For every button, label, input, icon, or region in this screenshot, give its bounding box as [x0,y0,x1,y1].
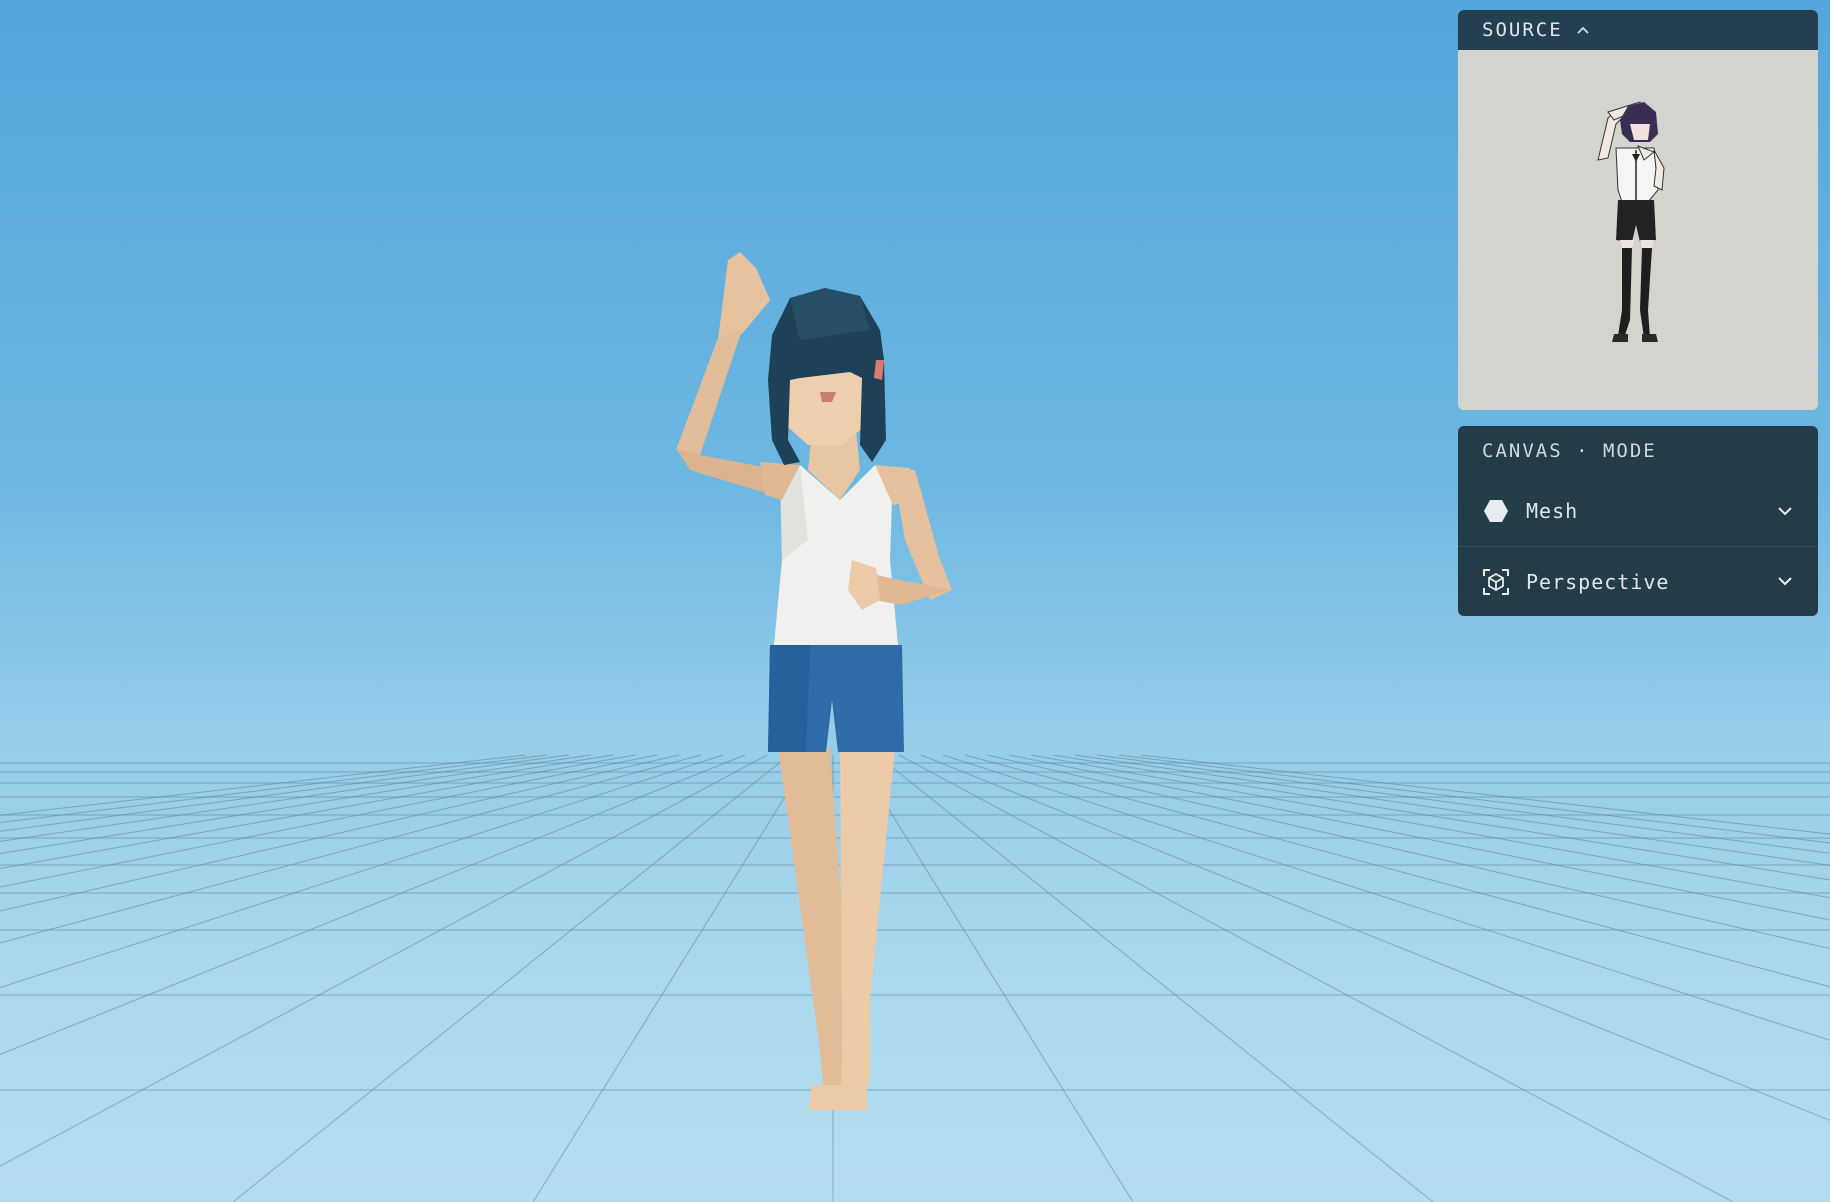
floor-grid [0,754,1830,1202]
grid-line [920,754,1830,1121]
grid-line [0,754,636,869]
perspective-cube-icon [1482,568,1510,596]
camera-view-label: Perspective [1526,569,1670,594]
grid-line [0,754,570,832]
canvas-mode-heading: CANVAS · MODE [1482,440,1657,462]
grid-line [1096,754,1830,854]
grid-line [942,754,1830,1041]
grid-line [0,754,746,1056]
grid-line [0,754,658,888]
mesh-mode-dropdown[interactable]: Mesh [1458,476,1818,546]
grid-line [1074,754,1830,866]
grid-line [964,754,1830,988]
camera-view-dropdown[interactable]: Perspective [1458,546,1818,616]
source-reference-image [1458,50,1818,410]
grid-line [1052,754,1830,881]
grid-line [1008,754,1830,921]
grid-line [0,754,724,989]
hexagon-mesh-icon [1482,497,1510,525]
canvas-mode-panel: CANVAS · MODE Mesh Perspective [1458,426,1818,616]
chevron-down-icon[interactable] [1776,502,1794,520]
grid-line [232,754,790,1202]
grid-line [0,754,768,1167]
grid-line [0,754,592,842]
grid-line [876,754,1434,1202]
grid-line [532,754,812,1202]
source-panel-header[interactable]: SOURCE [1458,10,1818,50]
grid-line [0,754,614,855]
mesh-mode-label: Mesh [1526,499,1579,523]
3d-character-model [676,252,952,1110]
chevron-up-icon[interactable] [1577,22,1589,38]
grid-line [1140,754,1830,835]
chevron-down-icon[interactable] [1776,573,1794,591]
3d-viewport[interactable]: SOURCE CANVAS · MODE Mesh Perspective [0,0,1830,1202]
source-panel: SOURCE [1458,10,1818,410]
grid-line [898,754,1734,1202]
grid-line [854,754,1134,1202]
source-title: SOURCE [1482,19,1563,41]
grid-line [0,754,548,824]
